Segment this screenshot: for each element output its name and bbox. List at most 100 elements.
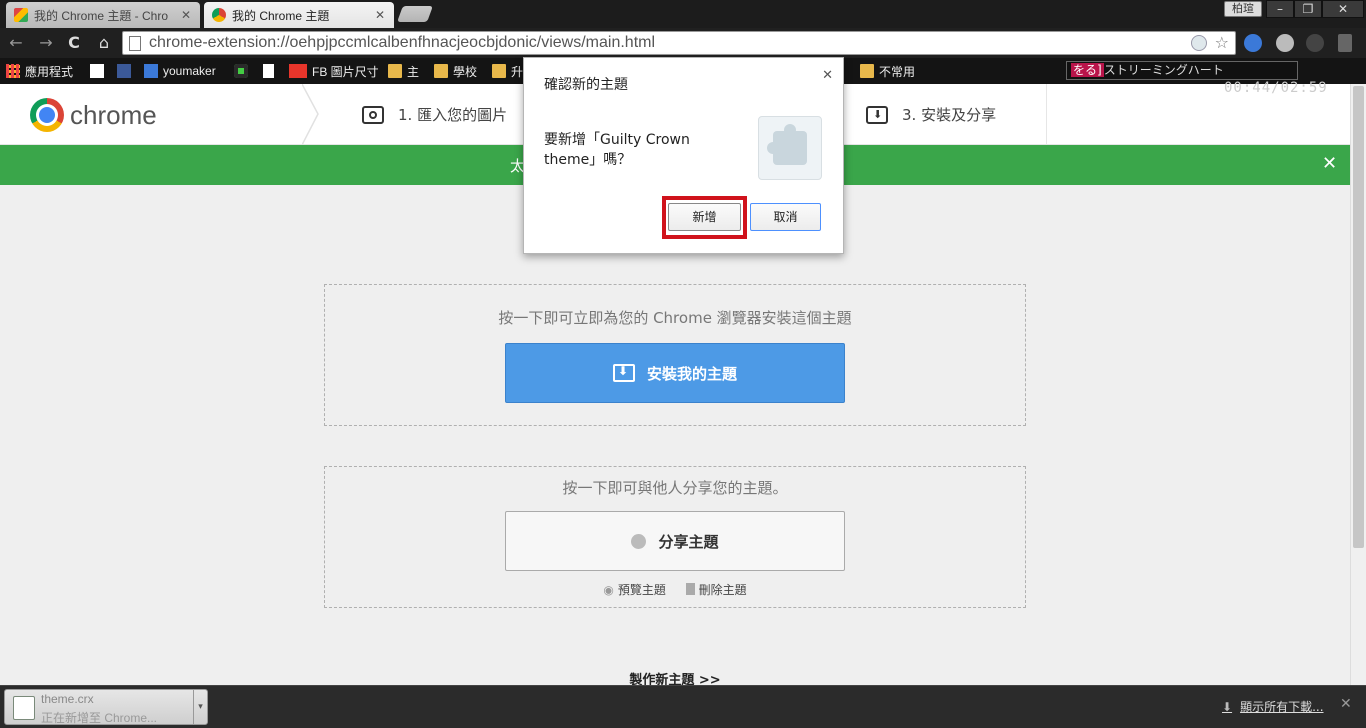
chevron-down-icon[interactable]: ▾ <box>193 690 207 724</box>
tab-close-icon[interactable]: ✕ <box>180 8 192 22</box>
bookmark-label: youmaker <box>163 64 216 78</box>
make-new-theme-link[interactable]: 製作新主題 >> <box>0 669 1350 685</box>
chrome-logo: chrome <box>30 98 157 132</box>
address-bar[interactable]: chrome-extension://oehpjpccmlcalbenfhnac… <box>122 31 1236 55</box>
bookmark-folder-main[interactable]: 主 <box>388 63 419 79</box>
toolbar: ← → C ⌂ chrome-extension://oehpjpccmlcal… <box>0 28 1366 58</box>
bookmark-folder-school[interactable]: 學校 <box>434 63 477 79</box>
bookmark-label: FB 圖片尺寸 <box>312 64 379 79</box>
step-separator <box>302 84 319 145</box>
apps-grid-icon <box>6 64 20 78</box>
tab-close-icon[interactable]: ✕ <box>374 8 386 22</box>
page-scrollbar[interactable] <box>1350 84 1366 685</box>
camera-icon <box>362 105 384 124</box>
home-icon[interactable]: ⌂ <box>94 33 114 53</box>
bookmark-p[interactable] <box>90 63 109 79</box>
theme-extension-icon[interactable] <box>1191 35 1207 51</box>
header-divider <box>1046 84 1047 145</box>
tc-icon <box>289 64 307 78</box>
bookmark-youmaker[interactable]: youmaker <box>144 63 216 79</box>
folder-icon <box>388 64 402 78</box>
extension-icon[interactable] <box>1276 34 1294 52</box>
green-dot-icon <box>234 64 248 78</box>
tab-title: 我的 Chrome 主題 <box>232 8 330 23</box>
minimize-button[interactable]: – <box>1266 0 1294 18</box>
trash-icon <box>685 583 695 595</box>
extension-puzzle-icon <box>758 116 822 180</box>
bookmark-label: 升 <box>511 64 524 79</box>
back-icon[interactable]: ← <box>6 33 26 53</box>
share-hint: 按一下即可與他人分享您的主題。 <box>562 479 788 497</box>
preview-label: 預覽主題 <box>617 583 666 597</box>
url-text[interactable]: chrome-extension://oehpjpccmlcalbenfhnac… <box>149 34 655 52</box>
dialog-close-icon[interactable]: ✕ <box>822 68 833 83</box>
forward-icon[interactable]: → <box>36 33 56 53</box>
install-hint: 按一下即可立即為您的 Chrome 瀏覽器安裝這個主題 <box>498 309 852 327</box>
file-icon <box>13 696 35 720</box>
banner-close-icon[interactable]: ✕ <box>1322 153 1337 174</box>
bookmark-page[interactable] <box>263 63 279 79</box>
maximize-button[interactable]: ❐ <box>1294 0 1322 18</box>
install-folder-icon: ⬇ <box>866 105 888 124</box>
install-section: 按一下即可立即為您的 Chrome 瀏覽器安裝這個主題 安裝我的主題 <box>324 284 1026 426</box>
delete-theme-link[interactable]: 刪除主題 <box>685 583 747 597</box>
page-icon <box>129 36 141 51</box>
share-theme-button[interactable]: 分享主題 <box>505 511 845 571</box>
bookmark-folder-up[interactable]: 升 <box>492 63 523 79</box>
bookmark-folder-rarely-used[interactable]: 不常用 <box>860 63 915 79</box>
folder-icon <box>492 64 506 78</box>
step-install-share[interactable]: ⬇ 3. 安裝及分享 <box>866 104 996 125</box>
new-tab-button[interactable] <box>397 6 433 22</box>
dialog-message: 要新增「Guilty Crown theme」嗎？ <box>544 132 690 168</box>
bookmark-green[interactable] <box>234 63 253 79</box>
scrollbar-thumb[interactable] <box>1353 86 1364 548</box>
folder-icon <box>434 64 448 78</box>
extension-icon[interactable] <box>1306 34 1324 52</box>
download-folder-icon <box>612 364 635 382</box>
bookmark-label: 主 <box>407 64 420 79</box>
tab-my-chrome-theme-1[interactable]: 我的 Chrome 主題 - Chro ✕ <box>6 2 200 28</box>
share-section: 按一下即可與他人分享您的主題。 分享主題 ◉ 預覽主題 刪除主題 <box>324 466 1026 608</box>
step-label: 1. 匯入您的圖片 <box>398 106 508 124</box>
g-icon <box>144 64 158 78</box>
shield-extension-icon[interactable] <box>1244 34 1262 52</box>
show-all-label: 顯示所有下載... <box>1240 700 1324 714</box>
folder-icon <box>860 64 874 78</box>
bookmark-label: 應用程式 <box>25 64 74 79</box>
cancel-button[interactable]: 取消 <box>750 203 821 231</box>
p-icon <box>90 64 104 78</box>
profile-button[interactable]: 柏瑄 <box>1224 1 1262 17</box>
bookmark-facebook[interactable] <box>117 63 136 79</box>
install-button-label: 安裝我的主題 <box>646 364 737 383</box>
chrome-logo-icon <box>30 98 64 132</box>
step-label: 3. 安裝及分享 <box>902 106 997 124</box>
show-all-downloads-link[interactable]: ⬇ 顯示所有下載... <box>1222 698 1324 715</box>
reload-icon[interactable]: C <box>64 33 84 53</box>
tab-my-chrome-theme-2[interactable]: 我的 Chrome 主題 ✕ <box>204 2 394 28</box>
streaming-title: ストリーミングハート <box>1103 63 1224 77</box>
preview-theme-link[interactable]: ◉ 預覽主題 <box>603 583 666 597</box>
step-import-images[interactable]: 1. 匯入您的圖片 <box>362 104 507 125</box>
chrome-theme-icon <box>212 8 226 22</box>
bookmark-label: 不常用 <box>879 64 916 79</box>
download-item[interactable]: theme.crx 正在新增至 Chrome... ▾ <box>4 689 208 725</box>
facebook-icon <box>117 64 131 78</box>
title-bar: 我的 Chrome 主題 - Chro ✕ 我的 Chrome 主題 ✕ 柏瑄 … <box>0 0 1366 28</box>
streaming-overlay: をる] ストリーミングハート <box>1066 61 1298 80</box>
streaming-highlight: をる] <box>1071 63 1104 77</box>
install-theme-button[interactable]: 安裝我的主題 <box>505 343 845 403</box>
delete-label: 刪除主題 <box>698 583 747 597</box>
download-arrow-icon: ⬇ <box>1222 699 1233 714</box>
close-window-button[interactable]: ✕ <box>1322 0 1364 18</box>
dialog-title: 確認新的主題 <box>544 77 628 93</box>
shelf-close-icon[interactable]: ✕ <box>1340 696 1352 712</box>
menu-icon[interactable] <box>1338 34 1352 52</box>
add-button[interactable]: 新增 <box>668 203 741 231</box>
bookmark-apps[interactable]: 應用程式 <box>6 63 73 79</box>
confirm-theme-dialog: 確認新的主題 ✕ 要新增「Guilty Crown theme」嗎？ 新增 取消 <box>523 57 844 254</box>
eye-icon: ◉ <box>603 583 614 597</box>
bookmark-star-icon[interactable]: ☆ <box>1215 33 1229 52</box>
page-icon <box>263 64 274 78</box>
bookmark-fb-image-size[interactable]: FB 圖片尺寸 <box>289 63 379 79</box>
globe-icon <box>631 533 647 549</box>
